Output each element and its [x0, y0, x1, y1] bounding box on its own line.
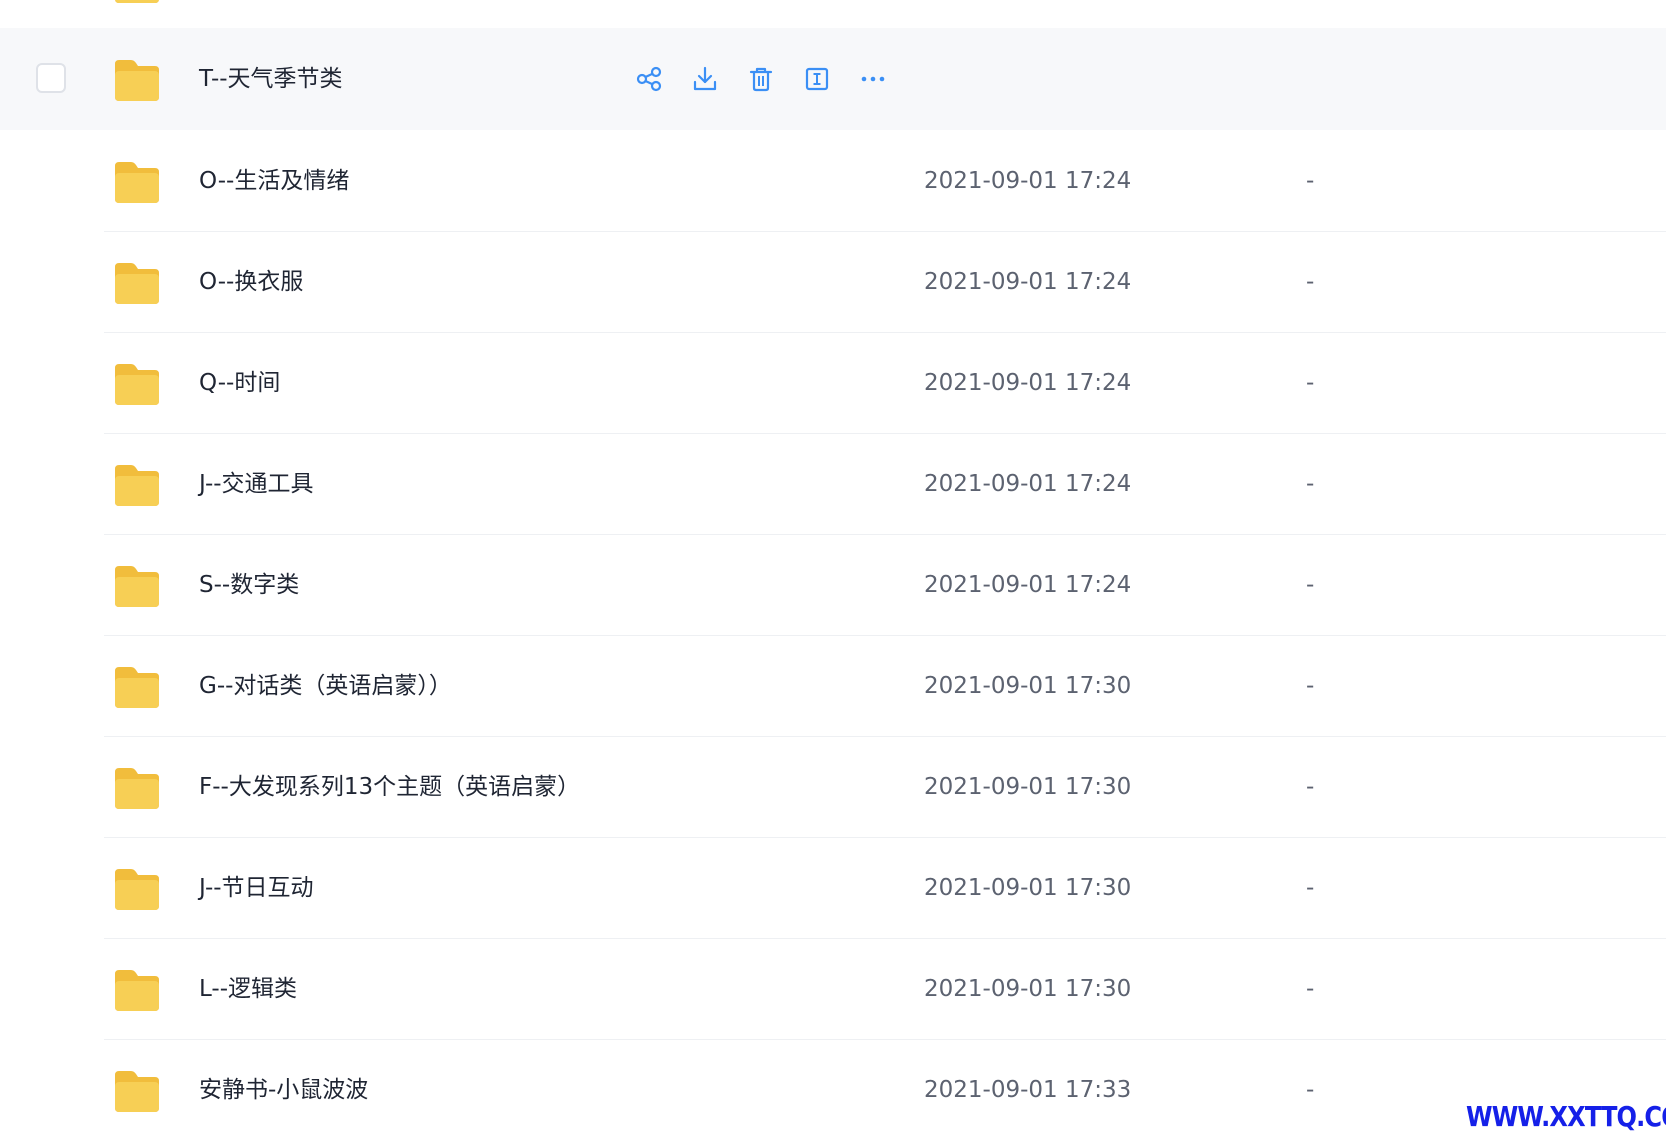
more-button[interactable]	[856, 62, 890, 96]
download-icon	[693, 66, 717, 91]
file-name[interactable]: 安静书-小鼠波波	[199, 1039, 368, 1138]
rename-icon	[805, 67, 829, 91]
modified-date: 2021-09-01 17:24	[924, 572, 1132, 598]
file-size: -	[1306, 370, 1315, 396]
folder-icon	[115, 566, 159, 607]
folder-icon	[115, 364, 159, 405]
modified-date: 2021-09-01 17:24	[924, 370, 1132, 396]
watermark: WWW.XXTTQ.COM	[1466, 1100, 1666, 1133]
file-size: -	[1306, 875, 1315, 901]
file-row[interactable]: F--大发现系列13个主题（英语启蒙） 2021-09-01 17:30 -	[0, 736, 1666, 838]
row-actions	[632, 62, 890, 96]
file-row[interactable]: J--交通工具 2021-09-01 17:24 -	[0, 433, 1666, 535]
file-name[interactable]: J--交通工具	[199, 433, 314, 535]
delete-icon	[749, 67, 773, 92]
file-row[interactable]: S--数字类 2021-09-01 17:24 -	[0, 534, 1666, 636]
file-size: -	[1306, 572, 1315, 598]
file-row[interactable]: 安静书-小鼠波波 2021-09-01 17:33 -	[0, 1039, 1666, 1138]
folder-icon	[115, 768, 159, 809]
modified-date: 2021-09-01 17:24	[924, 471, 1132, 497]
modified-date: 2021-09-01 17:30	[924, 774, 1132, 800]
folder-icon	[115, 0, 159, 3]
file-row[interactable]: O--生活及情绪 2021-09-01 17:24 -	[0, 130, 1666, 232]
file-list-page: T--天气季节类 O--生活及情绪 2021-09-01 17:24 - O--…	[0, 0, 1666, 1138]
file-row[interactable]: O--换衣服 2021-09-01 17:24 -	[0, 231, 1666, 333]
file-name[interactable]: O--换衣服	[199, 231, 303, 333]
previous-row-edge	[0, 0, 1666, 28]
file-size: -	[1306, 1077, 1315, 1103]
modified-date: 2021-09-01 17:30	[924, 673, 1132, 699]
file-size: -	[1306, 774, 1315, 800]
file-name[interactable]: Q--时间	[199, 332, 280, 434]
file-size: -	[1306, 471, 1315, 497]
file-name[interactable]: S--数字类	[199, 534, 299, 636]
modified-date: 2021-09-01 17:30	[924, 875, 1132, 901]
more-icon	[861, 76, 885, 82]
file-row-hovered[interactable]: T--天气季节类	[0, 28, 1666, 130]
folder-icon	[115, 869, 159, 910]
file-name[interactable]: O--生活及情绪	[199, 130, 349, 232]
share-button[interactable]	[632, 62, 666, 96]
modified-date: 2021-09-01 17:30	[924, 976, 1132, 1002]
folder-icon	[115, 970, 159, 1011]
modified-date: 2021-09-01 17:33	[924, 1077, 1132, 1103]
file-size: -	[1306, 976, 1315, 1002]
file-size: -	[1306, 269, 1315, 295]
file-size: -	[1306, 673, 1315, 699]
folder-icon	[115, 465, 159, 506]
row-checkbox[interactable]	[36, 63, 66, 93]
folder-icon	[115, 667, 159, 708]
modified-date: 2021-09-01 17:24	[924, 269, 1132, 295]
file-name[interactable]: F--大发现系列13个主题（英语启蒙）	[199, 736, 580, 838]
folder-icon	[115, 1071, 159, 1112]
file-row[interactable]: G--对话类（英语启蒙）） 2021-09-01 17:30 -	[0, 635, 1666, 737]
folder-icon	[115, 263, 159, 304]
folder-icon	[115, 162, 159, 203]
file-size: -	[1306, 168, 1315, 194]
file-name[interactable]: T--天气季节类	[199, 28, 343, 130]
delete-button[interactable]	[744, 62, 778, 96]
modified-date: 2021-09-01 17:24	[924, 168, 1132, 194]
rename-button[interactable]	[800, 62, 834, 96]
file-row[interactable]: J--节日互动 2021-09-01 17:30 -	[0, 837, 1666, 939]
file-row[interactable]: Q--时间 2021-09-01 17:24 -	[0, 332, 1666, 434]
file-name[interactable]: L--逻辑类	[199, 938, 297, 1040]
download-button[interactable]	[688, 62, 722, 96]
file-name[interactable]: J--节日互动	[199, 837, 314, 939]
file-row[interactable]: L--逻辑类 2021-09-01 17:30 -	[0, 938, 1666, 1040]
share-icon	[636, 66, 662, 92]
folder-icon	[115, 60, 159, 101]
file-name[interactable]: G--对话类（英语启蒙））	[199, 635, 452, 737]
